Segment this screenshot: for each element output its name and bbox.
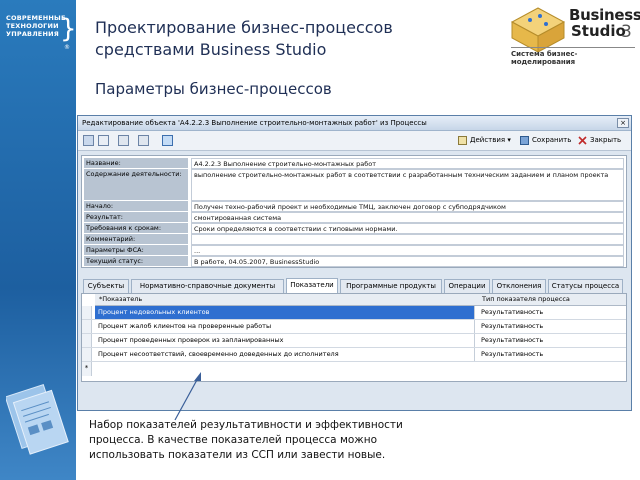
page-title: Проектирование бизнес-процессов средства… <box>95 17 393 61</box>
save-disk-icon[interactable] <box>83 135 94 146</box>
tab-reference-docs[interactable]: Нормативно-справочные документы <box>131 279 284 293</box>
close-icon <box>578 136 587 145</box>
logo-tagline: Система бизнес-моделирования <box>511 47 635 66</box>
logo-version: 3 <box>621 22 632 42</box>
title-line-2: средствами Business Studio <box>95 40 327 59</box>
field-fsa-row: Параметры ФСА: ... <box>84 245 624 256</box>
tab-subjects[interactable]: Субъекты <box>83 279 129 293</box>
indicators-grid: *Показатель Тип показателя процесса Проц… <box>81 293 627 382</box>
field-label: Результат: <box>84 212 188 223</box>
deadlines-field[interactable]: Сроки определяются в соответствии с типо… <box>191 223 624 234</box>
window-title: Редактирование объекта 'А4.2.2.3 Выполне… <box>82 119 427 127</box>
field-content-row: Содержание деятельности: выполнение стро… <box>84 169 624 201</box>
start-field[interactable]: Получен техно-рабочий проект и необходим… <box>191 201 624 212</box>
row-selector[interactable] <box>82 334 92 347</box>
actions-menu-button[interactable]: Действия ▾ <box>456 134 514 148</box>
close-button[interactable]: Закрыть <box>576 134 624 148</box>
print-icon[interactable] <box>138 135 149 146</box>
business-studio-logo: Business Studio 3 Система бизнес-моделир… <box>505 3 640 66</box>
new-row[interactable]: * <box>82 362 626 376</box>
fsa-params-field[interactable]: ... <box>191 245 624 256</box>
table-row[interactable]: Процент жалоб клиентов на проверенные ра… <box>82 320 626 334</box>
actions-icon <box>458 136 467 145</box>
tab-operations[interactable]: Операции <box>444 279 490 293</box>
object-properties-form: Название: А4.2.2.3 Выполнение строительн… <box>81 155 627 268</box>
annotation-line-1: Набор показателей результативности и эфф… <box>89 419 403 431</box>
comment-field[interactable] <box>191 234 624 245</box>
page-subtitle: Параметры бизнес-процессов <box>95 80 332 98</box>
row-selector[interactable] <box>82 306 92 319</box>
logo-word-business: Business <box>569 6 640 24</box>
field-label: Название: <box>84 158 188 169</box>
field-label: Комментарий: <box>84 234 188 245</box>
field-deadlines-row: Требования к срокам: Сроки определяются … <box>84 223 624 234</box>
field-name-row: Название: А4.2.2.3 Выполнение строительн… <box>84 158 624 169</box>
result-field[interactable]: смонтированная система <box>191 212 624 223</box>
field-status-row: Текущий статус: В работе, 04.05.2007, Bu… <box>84 256 624 267</box>
annotation-line-2: процесса. В качестве показателей процесс… <box>89 434 378 446</box>
field-label: Текущий статус: <box>84 256 188 267</box>
row-selector[interactable] <box>82 348 92 361</box>
name-field[interactable]: А4.2.2.3 Выполнение строительно-монтажны… <box>191 158 624 169</box>
tab-software[interactable]: Программные продукты <box>340 279 442 293</box>
window-toolbar: Действия ▾ Сохранить Закрыть <box>78 131 631 151</box>
status-field[interactable]: В работе, 04.05.2007, BusinessStudio <box>191 256 624 267</box>
registered-mark: ® <box>64 44 70 51</box>
indicator-cell[interactable]: Процент жалоб клиентов на проверенные ра… <box>95 320 475 333</box>
title-line-1: Проектирование бизнес-процессов <box>95 18 393 37</box>
field-label: Требования к срокам: <box>84 223 188 234</box>
edit-object-window: Редактирование объекта 'А4.2.2.3 Выполне… <box>77 115 632 411</box>
type-cell[interactable]: Результативность <box>478 306 623 319</box>
type-cell[interactable]: Результативность <box>478 348 623 361</box>
window-close-button[interactable]: × <box>617 118 629 128</box>
type-cell[interactable]: Результативность <box>478 334 623 347</box>
save-label: Сохранить <box>532 136 572 144</box>
tab-deviations[interactable]: Отклонения <box>492 279 546 293</box>
window-titlebar[interactable]: Редактирование объекта 'А4.2.2.3 Выполне… <box>78 116 631 131</box>
content-field[interactable]: выполнение строительно-монтажных работ в… <box>191 169 624 201</box>
field-label: Параметры ФСА: <box>84 245 188 256</box>
indicator-cell[interactable]: Процент недовольных клиентов <box>95 306 475 319</box>
new-row-marker: * <box>82 362 92 376</box>
logo-word-studio: Studio <box>571 22 626 40</box>
document-icon[interactable] <box>98 135 109 146</box>
field-result-row: Результат: смонтированная система <box>84 212 624 223</box>
logo-brace-icon: } <box>60 14 77 44</box>
link-icon[interactable] <box>162 135 173 146</box>
table-row[interactable]: Процент проведенных проверок из запланир… <box>82 334 626 348</box>
actions-label: Действия <box>470 136 506 144</box>
indicator-cell[interactable]: Процент несоответствий, своевременно дов… <box>95 348 475 361</box>
row-selector[interactable] <box>82 320 92 333</box>
close-label: Закрыть <box>590 136 622 144</box>
field-comment-row: Комментарий: <box>84 234 624 245</box>
tab-indicators[interactable]: Показатели <box>286 278 338 293</box>
field-label: Начало: <box>84 201 188 212</box>
tab-process-statuses[interactable]: Статусы процесса <box>548 279 623 293</box>
column-header-indicator[interactable]: *Показатель <box>95 294 478 306</box>
table-icon[interactable] <box>118 135 129 146</box>
indicator-cell[interactable]: Процент проведенных проверок из запланир… <box>95 334 475 347</box>
company-logo: СОВРЕМЕННЫЕ ТЕХНОЛОГИИ УПРАВЛЕНИЯ } ® <box>6 14 77 62</box>
save-icon <box>520 136 529 145</box>
table-row[interactable]: Процент несоответствий, своевременно дов… <box>82 348 626 362</box>
save-button[interactable]: Сохранить <box>518 134 574 148</box>
type-cell[interactable]: Результативность <box>478 320 623 333</box>
tab-strip: Субъекты Нормативно-справочные документы… <box>81 278 627 293</box>
table-row[interactable]: Процент недовольных клиентов Результатив… <box>82 306 626 320</box>
documents-illustration <box>6 383 69 455</box>
annotation-line-3: использовать показатели из ССП или завес… <box>89 449 386 461</box>
field-start-row: Начало: Получен техно-рабочий проект и н… <box>84 201 624 212</box>
annotation-text: Набор показателей результативности и эфф… <box>89 418 419 463</box>
field-label: Содержание деятельности: <box>84 169 188 201</box>
column-header-type[interactable]: Тип показателя процесса <box>478 294 626 306</box>
left-brand-sidebar: СОВРЕМЕННЫЕ ТЕХНОЛОГИИ УПРАВЛЕНИЯ } ® <box>0 0 77 480</box>
